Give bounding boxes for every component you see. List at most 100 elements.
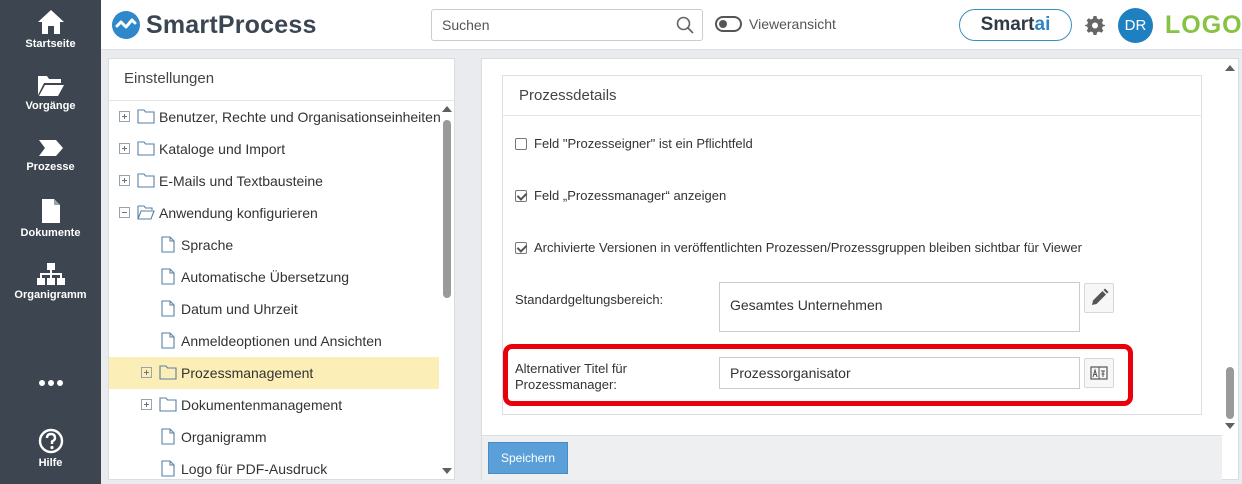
more-menu-button[interactable]: [0, 378, 101, 388]
tree-item-label: Prozessmanagement: [181, 365, 314, 381]
process-arrow-icon: [38, 140, 63, 156]
scrollbar-thumb[interactable]: [443, 120, 451, 298]
tree-item-kataloge[interactable]: Kataloge und Import: [109, 133, 439, 165]
settings-tree-panel: Einstellungen Benutzer, Rechte und Organ…: [108, 58, 455, 480]
help-icon: [38, 428, 63, 454]
tree-item-sprache[interactable]: Sprache: [109, 229, 439, 261]
tree-item-prozessmanagement[interactable]: Prozessmanagement: [109, 357, 439, 389]
company-logo: LOGO: [1165, 11, 1242, 39]
brand-name: SmartProcess: [146, 10, 317, 39]
tree-item-label: Dokumentenmanagement: [181, 397, 343, 413]
nav-prozesse[interactable]: Prozesse: [0, 138, 101, 173]
scroll-down-icon[interactable]: [1225, 423, 1235, 429]
smartai-button[interactable]: Smartai: [959, 9, 1072, 41]
nav-hilfe[interactable]: Hilfe: [0, 428, 101, 469]
checkbox-label: Feld „Prozessmanager“ anzeigen: [534, 188, 727, 203]
checkbox-prozesseigner[interactable]: [515, 137, 527, 150]
viewer-toggle[interactable]: Vieweransicht: [715, 16, 836, 32]
user-avatar[interactable]: DR: [1118, 8, 1153, 43]
tree-item-label: Benutzer, Rechte und Organisationseinhei…: [159, 109, 441, 125]
tree-item-benutzer[interactable]: Benutzer, Rechte und Organisationseinhei…: [109, 101, 441, 133]
tree-item-label: Anmeldeoptionen und Ansichten: [181, 333, 382, 349]
translate-icon: [1090, 366, 1108, 380]
pencil-icon: [1092, 288, 1109, 305]
alt-title-label-line2: Prozessmanager:: [515, 377, 617, 392]
alt-title-value: Prozessorganisator: [730, 365, 851, 381]
tree-scrollbar[interactable]: [440, 102, 454, 480]
file-icon: [161, 460, 175, 477]
file-icon: [161, 428, 175, 445]
brand-logo[interactable]: SmartProcess: [111, 10, 317, 40]
smartprocess-logo-icon: [112, 11, 140, 39]
check-row-archivierte-versionen[interactable]: Archivierte Versionen in veröffentlichte…: [515, 240, 1082, 255]
nav-label: Vorgänge: [25, 100, 76, 112]
smartai-label-ai: ai: [1034, 14, 1051, 35]
edit-scope-button[interactable]: [1084, 283, 1114, 313]
tree-item-logo-pdf[interactable]: Logo für PDF-Ausdruck: [109, 453, 439, 484]
toggle-switch[interactable]: [715, 16, 742, 32]
alt-title-label-line1: Alternativer Titel für: [515, 361, 627, 376]
tree-item-label: E-Mails und Textbausteine: [159, 173, 323, 189]
nav-label: Dokumente: [20, 227, 81, 239]
file-icon: [161, 332, 175, 349]
tree-item-uebersetzung[interactable]: Automatische Übersetzung: [109, 261, 439, 293]
nav-vorgaenge[interactable]: Vorgänge: [0, 73, 101, 112]
check-row-prozessmanager[interactable]: Feld „Prozessmanager“ anzeigen: [515, 188, 726, 203]
card-title: Prozessdetails: [503, 76, 1201, 116]
search-input[interactable]: [432, 10, 662, 40]
file-icon: [161, 300, 175, 317]
tree-item-label: Kataloge und Import: [159, 141, 286, 157]
details-panel: Prozessdetails Feld "Prozesseigner" ist …: [481, 58, 1239, 480]
collapse-icon[interactable]: [119, 207, 130, 218]
expand-icon[interactable]: [141, 367, 152, 378]
nav-dokumente[interactable]: Dokumente: [0, 198, 101, 239]
document-icon: [41, 199, 60, 223]
translate-button[interactable]: [1084, 358, 1114, 388]
scope-field[interactable]: Gesamtes Unternehmen: [719, 282, 1080, 332]
smartai-label: Smart: [980, 14, 1035, 35]
tree-item-label: Anwendung konfigurieren: [159, 205, 318, 221]
scroll-down-icon[interactable]: [442, 468, 452, 474]
tree-item-label: Sprache: [181, 237, 234, 253]
checkbox-prozessmanager[interactable]: [515, 189, 527, 202]
tree-item-organigramm[interactable]: Organigramm: [109, 421, 439, 453]
alt-title-field[interactable]: Prozessorganisator: [719, 357, 1080, 389]
checkbox-label: Archivierte Versionen in veröffentlichte…: [534, 240, 1082, 255]
search-box[interactable]: [431, 9, 703, 41]
scope-label: Standardgeltungsbereich:: [515, 292, 664, 307]
org-chart-icon: [36, 263, 65, 285]
tree-item-datum[interactable]: Datum und Uhrzeit: [109, 293, 439, 325]
checkbox-archivierte-versionen[interactable]: [515, 241, 527, 254]
scroll-up-icon[interactable]: [442, 106, 452, 112]
tree-item-label: Organigramm: [181, 429, 267, 445]
nav-label: Startseite: [25, 38, 76, 50]
nav-label: Prozesse: [26, 161, 75, 173]
check-row-prozesseigner[interactable]: Feld "Prozesseigner" ist ein Pflichtfeld: [515, 136, 753, 151]
folder-open-icon: [37, 76, 64, 96]
viewer-toggle-label: Vieweransicht: [749, 16, 836, 32]
folder-open-icon: [137, 205, 155, 220]
tree-item-anwendung[interactable]: Anwendung konfigurieren: [109, 197, 439, 229]
expand-icon[interactable]: [119, 111, 130, 122]
nav-organigramm[interactable]: Organigramm: [0, 262, 101, 301]
expand-icon[interactable]: [141, 399, 152, 410]
folder-icon: [137, 173, 155, 188]
expand-icon[interactable]: [119, 143, 130, 154]
action-footer: Speichern: [482, 435, 1222, 480]
tree-item-anmeldeoptionen[interactable]: Anmeldeoptionen und Ansichten: [109, 325, 439, 357]
tree-item-emails[interactable]: E-Mails und Textbausteine: [109, 165, 439, 197]
details-scrollbar[interactable]: [1222, 59, 1238, 479]
home-icon: [37, 10, 64, 34]
scrollbar-thumb[interactable]: [1226, 367, 1234, 419]
folder-icon: [159, 397, 177, 412]
top-header: SmartProcess Vieweransicht Smartai DR LO…: [101, 0, 1242, 50]
gear-icon[interactable]: [1085, 15, 1105, 35]
more-dots-icon: [38, 380, 63, 386]
expand-icon[interactable]: [119, 175, 130, 186]
nav-startseite[interactable]: Startseite: [0, 9, 101, 50]
scroll-up-icon[interactable]: [1225, 65, 1235, 71]
search-icon[interactable]: [676, 16, 694, 34]
save-button[interactable]: Speichern: [488, 442, 568, 474]
folder-icon: [137, 141, 155, 156]
tree-item-dokumentenmanagement[interactable]: Dokumentenmanagement: [109, 389, 439, 421]
